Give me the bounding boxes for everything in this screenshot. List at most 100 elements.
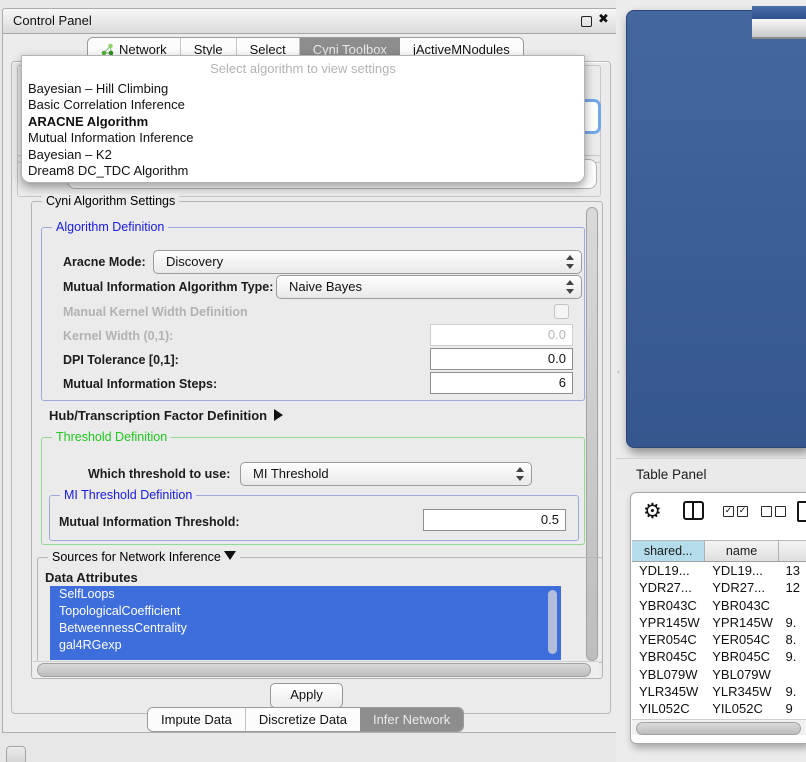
table-cell: YIL052C bbox=[705, 700, 778, 717]
algorithm-option[interactable]: Mutual Information Inference bbox=[26, 130, 580, 146]
table-cell: YBL079W bbox=[705, 666, 778, 683]
tab-infer-network[interactable]: Infer Network bbox=[360, 708, 463, 731]
collapsed-arrow-icon bbox=[274, 409, 283, 421]
table-cell: YDR27... bbox=[632, 579, 705, 596]
table-row[interactable]: YPR145WYPR145W9. bbox=[632, 614, 806, 631]
select-all-checkbox-icon[interactable]: ✓ bbox=[737, 506, 748, 517]
bottom-tab-bar: Impute Data Discretize Data Infer Network bbox=[147, 707, 464, 732]
table-cell: YDR27... bbox=[705, 579, 778, 596]
unselect-all-checkbox-icon[interactable] bbox=[761, 506, 772, 517]
column-header-hidden[interactable] bbox=[779, 541, 806, 561]
manual-kernel-label: Manual Kernel Width Definition bbox=[63, 305, 248, 319]
algorithm-option[interactable]: Bayesian – Hill Climbing bbox=[26, 81, 580, 97]
table-row[interactable]: YBL079WYBL079W bbox=[632, 666, 806, 683]
screen: Control Panel ✖ NetworkStyleSelectCyni T… bbox=[0, 0, 806, 762]
which-threshold-combobox[interactable]: MI Threshold bbox=[240, 462, 532, 486]
table-cell: YBL079W bbox=[632, 666, 705, 683]
table-cell: YIL052C bbox=[632, 700, 705, 717]
dpi-tolerance-field[interactable]: 0.0 bbox=[430, 348, 573, 370]
table-row[interactable]: YBR043CYBR043C bbox=[632, 597, 806, 614]
table-cell: 8. bbox=[779, 631, 806, 648]
data-attribute-item[interactable]: gal4RGexp bbox=[50, 637, 561, 654]
table-cell: YBR045C bbox=[632, 648, 705, 665]
gear-icon[interactable]: ⚙ bbox=[643, 501, 662, 522]
mi-type-label: Mutual Information Algorithm Type: bbox=[63, 280, 273, 294]
mi-threshold-label: Mutual Information Threshold: bbox=[59, 515, 240, 529]
mi-type-combobox[interactable]: Naive Bayes bbox=[276, 275, 582, 299]
combo-stepper-icon bbox=[516, 467, 524, 481]
kernel-width-label: Kernel Width (0,1): bbox=[63, 329, 173, 343]
settings-group-title: Cyni Algorithm Settings bbox=[42, 194, 179, 208]
sources-group-title[interactable]: Sources for Network Inference bbox=[48, 550, 240, 564]
combo-stepper-icon bbox=[566, 280, 574, 294]
mi-steps-label: Mutual Information Steps: bbox=[63, 377, 217, 391]
table-cell: YDL19... bbox=[632, 562, 705, 579]
table-cell: 9. bbox=[779, 683, 806, 700]
kernel-width-field[interactable]: 0.0 bbox=[430, 324, 573, 346]
table-row[interactable]: YDL19...YDL19...13 bbox=[632, 562, 806, 579]
aracne-mode-value: Discovery bbox=[166, 254, 223, 269]
float-window-icon[interactable] bbox=[581, 16, 592, 27]
minimized-panel-icon[interactable] bbox=[6, 746, 26, 762]
select-all-checkbox-icon[interactable]: ✓ bbox=[723, 506, 734, 517]
tab-label: Discretize Data bbox=[259, 712, 347, 727]
algorithm-option[interactable]: Basic Correlation Inference bbox=[26, 97, 580, 113]
table-row[interactable]: YLR345WYLR345W9. bbox=[632, 683, 806, 700]
manual-kernel-checkbox[interactable] bbox=[554, 304, 569, 319]
table-panel-window: ⚙ ✓ ✓ shared...name YDL19...YDL19...13YD… bbox=[630, 492, 806, 744]
table-cell: 13 bbox=[779, 562, 806, 579]
table-cell: YER054C bbox=[705, 631, 778, 648]
split-pane-handle[interactable]: ‹ bbox=[617, 367, 622, 376]
table-cell bbox=[779, 666, 806, 683]
close-icon[interactable]: ✖ bbox=[598, 12, 609, 27]
control-panel-titlebar[interactable]: Control Panel ✖ bbox=[3, 9, 617, 34]
tab-discretize-data[interactable]: Discretize Data bbox=[246, 708, 360, 731]
algorithm-option[interactable]: ARACNE Algorithm bbox=[26, 114, 580, 130]
attribute-list-scrollbar[interactable] bbox=[548, 590, 557, 654]
new-table-icon[interactable] bbox=[797, 501, 806, 522]
mi-type-value: Naive Bayes bbox=[289, 279, 362, 294]
table-cell: YLR345W bbox=[632, 683, 705, 700]
mi-steps-field[interactable]: 6 bbox=[430, 372, 573, 394]
aracne-mode-combobox[interactable]: Discovery bbox=[153, 250, 582, 274]
table-cell: YBR043C bbox=[705, 597, 778, 614]
expanded-arrow-icon bbox=[224, 551, 236, 560]
table-cell: YPR145W bbox=[705, 614, 778, 631]
data-attributes-list[interactable]: SelfLoopsTopologicalCoefficientBetweenne… bbox=[50, 586, 561, 660]
table-cell: 9. bbox=[779, 648, 806, 665]
settings-horizontal-scrollbar[interactable] bbox=[37, 663, 591, 677]
table-row[interactable]: YIL052CYIL052C9 bbox=[632, 700, 806, 717]
data-attribute-item[interactable]: BetweennessCentrality bbox=[50, 620, 561, 637]
table-cell bbox=[779, 597, 806, 614]
tab-impute-data[interactable]: Impute Data bbox=[148, 708, 246, 731]
dropdown-options: Bayesian – Hill ClimbingBasic Correlatio… bbox=[26, 81, 580, 179]
algorithm-option[interactable]: Bayesian – K2 bbox=[26, 147, 580, 163]
table-cell: YDL19... bbox=[705, 562, 778, 579]
hub-definition-toggle[interactable]: Hub/Transcription Factor Definition bbox=[49, 408, 283, 423]
table-cell: 9 bbox=[779, 700, 806, 717]
mi-threshold-field[interactable]: 0.5 bbox=[423, 509, 566, 531]
table-row[interactable]: YDR27...YDR27...12 bbox=[632, 579, 806, 596]
which-threshold-value: MI Threshold bbox=[253, 466, 329, 481]
table-row[interactable]: YER054CYER054C8. bbox=[632, 631, 806, 648]
column-header-name[interactable]: name bbox=[705, 541, 778, 561]
apply-button[interactable]: Apply bbox=[270, 683, 343, 708]
data-attribute-item[interactable]: SelfLoops bbox=[50, 586, 561, 603]
table-panel-title: Table Panel bbox=[636, 467, 707, 482]
table-cell: YPR145W bbox=[632, 614, 705, 631]
dropdown-placeholder[interactable]: Select algorithm to view settings bbox=[22, 61, 584, 76]
algorithm-option[interactable]: Dream8 DC_TDC Algorithm bbox=[26, 163, 580, 179]
unselect-all-checkbox-icon[interactable] bbox=[775, 506, 786, 517]
table-horizontal-scrollbar[interactable] bbox=[636, 722, 801, 735]
table-rows: YDL19...YDL19...13YDR27...YDR27...12YBR0… bbox=[632, 562, 806, 718]
column-header-shared...[interactable]: shared... bbox=[632, 541, 705, 561]
table-cell: YBR043C bbox=[632, 597, 705, 614]
background-window-edge bbox=[752, 6, 806, 19]
combo-stepper-icon bbox=[566, 255, 574, 269]
network-view-window: GALGAL80GAL10GAL1GAL11SWI4GAL4GCY1HAP4YH… bbox=[626, 10, 806, 448]
data-attribute-item[interactable]: TopologicalCoefficient bbox=[50, 603, 561, 620]
threshold-definition-title: Threshold Definition bbox=[52, 430, 171, 444]
which-threshold-label: Which threshold to use: bbox=[88, 467, 230, 481]
table-row[interactable]: YBR045CYBR045C9. bbox=[632, 648, 806, 665]
columns-icon[interactable] bbox=[683, 501, 704, 520]
